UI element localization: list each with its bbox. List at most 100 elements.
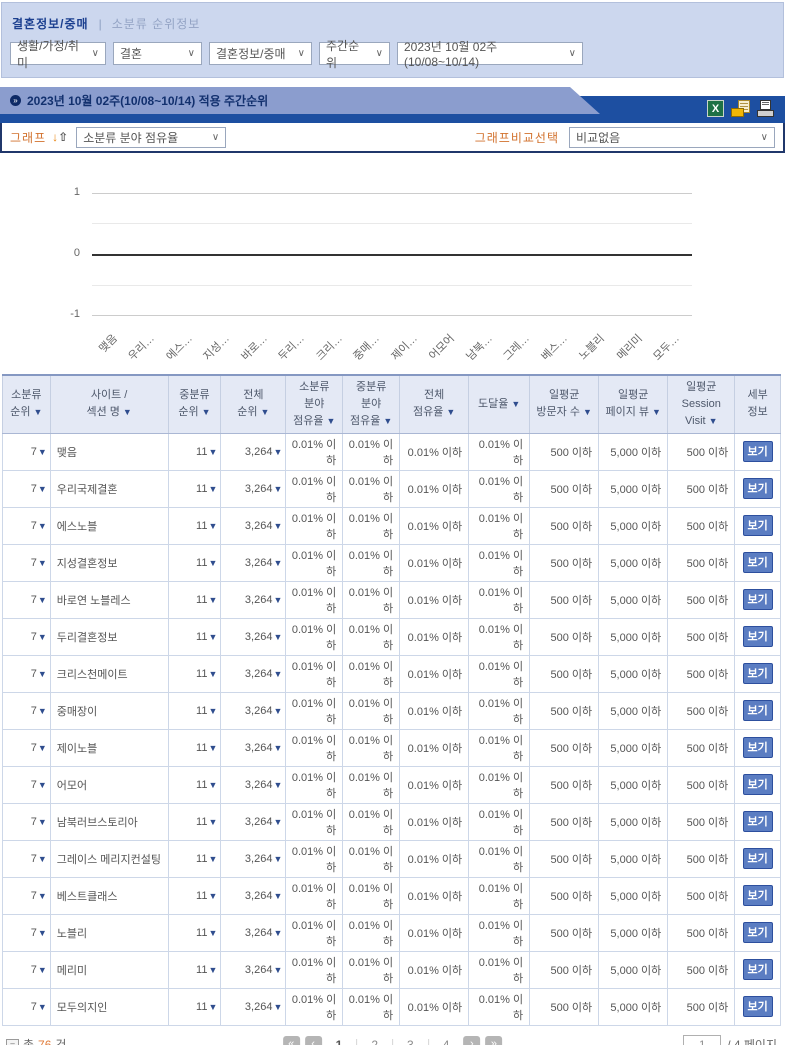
midcategory-share-value: 0.01% 이하 [343,914,400,951]
rank-down-icon: ▼ [38,595,47,605]
table-row: 7▼ 베스트클래스 11▼ 3,264▼ 0.01% 이하 0.01% 이하 0… [3,877,781,914]
rank-down-icon: ▼ [38,891,47,901]
table-row: 7▼ 우리국제결혼 11▼ 3,264▼ 0.01% 이하 0.01% 이하 0… [3,470,781,507]
total-share-value: 0.01% 이하 [400,766,469,803]
period-type-select[interactable]: 주간순위 ∨ [319,42,390,65]
midcategory-share-value: 0.01% 이하 [343,618,400,655]
total-share-value: 0.01% 이하 [400,840,469,877]
chevron-down-icon: ∨ [188,48,195,59]
view-detail-button[interactable]: 보기 [743,737,773,758]
rank-down-icon: ▼ [208,780,217,790]
graph-metric-select[interactable]: 소분류 분야 점유율 ∨ [76,127,226,148]
col-header-reach[interactable]: 도달율▼ [469,375,530,433]
rank-down-icon: ▼ [38,965,47,975]
total-rank-value: 3,264 [245,816,273,828]
view-detail-button[interactable]: 보기 [743,774,773,795]
page-last-button[interactable]: » [485,1036,502,1045]
view-detail-button[interactable]: 보기 [743,848,773,869]
subcategory-rank-value: 7 [31,964,37,976]
avg-daily-pageviews-value: 5,000 이하 [599,803,668,840]
x-axis-label: 우리… [124,330,157,363]
view-detail-button[interactable]: 보기 [743,663,773,684]
list-icon: ≡ [6,1039,19,1045]
page-prev-button[interactable]: ‹ [305,1036,322,1045]
subcategory-share-value: 0.01% 이하 [286,655,343,692]
col-header-total-rank[interactable]: 전체 순위▼ [221,375,286,433]
arrow-up-icon[interactable]: ⇧ [58,130,68,144]
gridline-0 [92,254,692,256]
col-header-avg-session-visit[interactable]: 일평균 Session Visit▼ [668,375,735,433]
site-name: 두리결혼정보 [50,618,168,655]
subcategory-share-value: 0.01% 이하 [286,877,343,914]
email-export-icon[interactable] [731,100,750,117]
period-type-value: 주간순위 [326,37,370,71]
reach-rate-value: 0.01% 이하 [469,692,530,729]
col-header-midcategory-share[interactable]: 중분류 분야 점유율▼ [343,375,400,433]
y-tick-label: 1 [0,186,80,198]
view-detail-button[interactable]: 보기 [743,515,773,536]
view-detail-button[interactable]: 보기 [743,811,773,832]
avg-daily-visitors-value: 500 이하 [530,840,599,877]
envelope-icon [731,108,744,117]
page-number-2[interactable]: 2 [362,1038,387,1045]
rank-down-icon: ▼ [208,743,217,753]
print-icon[interactable] [757,100,775,117]
col-header-midcategory-rank[interactable]: 중분류 순위▼ [168,375,221,433]
table-row: 7▼ 에스노블 11▼ 3,264▼ 0.01% 이하 0.01% 이하 0.0… [3,507,781,544]
site-name: 우리국제결혼 [50,470,168,507]
page-number-4[interactable]: 4 [434,1038,459,1045]
category-mid-select[interactable]: 결혼 ∨ [113,42,202,65]
midcategory-rank-value: 11 [196,594,207,606]
view-detail-button[interactable]: 보기 [743,959,773,980]
page-next-button[interactable]: › [463,1036,480,1045]
rank-down-icon: ▼ [208,558,217,568]
avg-session-visit-value: 500 이하 [668,581,735,618]
view-detail-button[interactable]: 보기 [743,996,773,1017]
subcategory-rank-value: 7 [31,483,37,495]
period-week-select[interactable]: 2023년 10월 02주(10/08~10/14) ∨ [397,42,583,65]
subcategory-rank-value: 7 [31,1001,37,1013]
col-header-site-name[interactable]: 사이트 / 섹션 명▼ [50,375,168,433]
x-axis-label: 중매… [349,330,382,363]
page-number-1[interactable]: 1 [327,1038,352,1045]
col-header-avg-visitors[interactable]: 일평균 방문자 수▼ [530,375,599,433]
subcategory-rank-value: 7 [31,816,37,828]
reach-rate-value: 0.01% 이하 [469,951,530,988]
avg-session-visit-value: 500 이하 [668,729,735,766]
tab-subcategory-rank-info[interactable]: 소분류 순위정보 [112,15,201,32]
page-first-button[interactable]: « [283,1036,300,1045]
col-header-avg-pageviews[interactable]: 일평균 페이지 뷰▼ [599,375,668,433]
rank-down-icon: ▼ [208,706,217,716]
filter-row: 생활/가정/취미 ∨ 결혼 ∨ 결혼정보/중매 ∨ 주간순위 ∨ 2023년 1… [10,42,775,65]
excel-export-icon[interactable]: X [707,100,724,117]
view-detail-button[interactable]: 보기 [743,441,773,462]
view-detail-button[interactable]: 보기 [743,700,773,721]
category-large-value: 생활/가정/취미 [17,37,86,71]
view-detail-button[interactable]: 보기 [743,552,773,573]
ranking-table-body: 7▼ 맺음 11▼ 3,264▼ 0.01% 이하 0.01% 이하 0.01%… [3,433,781,1025]
view-detail-button[interactable]: 보기 [743,922,773,943]
view-detail-button[interactable]: 보기 [743,589,773,610]
col-header-subcategory-rank[interactable]: 소분류 순위▼ [3,375,51,433]
avg-session-visit-value: 500 이하 [668,433,735,470]
rank-down-icon: ▼ [38,743,47,753]
view-detail-button[interactable]: 보기 [743,478,773,499]
category-sub-select[interactable]: 결혼정보/중매 ∨ [209,42,312,65]
col-header-total-share[interactable]: 전체 점유율▼ [400,375,469,433]
graph-compare-select[interactable]: 비교없음 ∨ [569,127,775,148]
avg-daily-pageviews-value: 5,000 이하 [599,581,668,618]
rank-down-icon: ▼ [273,706,282,716]
sort-direction-toggle[interactable]: ↓⇧ [52,130,68,144]
page-number-3[interactable]: 3 [398,1038,423,1045]
view-detail-button[interactable]: 보기 [743,885,773,906]
page-input[interactable] [683,1035,721,1045]
view-detail-button[interactable]: 보기 [743,626,773,647]
avg-daily-pageviews-value: 5,000 이하 [599,951,668,988]
subcategory-rank-value: 7 [31,779,37,791]
avg-daily-visitors-value: 500 이하 [530,655,599,692]
col-header-subcategory-share[interactable]: 소분류 분야 점유율▼ [286,375,343,433]
avg-daily-pageviews-value: 5,000 이하 [599,470,668,507]
rank-down-icon: ▼ [273,965,282,975]
rank-down-icon: ▼ [273,595,282,605]
category-large-select[interactable]: 생활/가정/취미 ∨ [10,42,106,65]
